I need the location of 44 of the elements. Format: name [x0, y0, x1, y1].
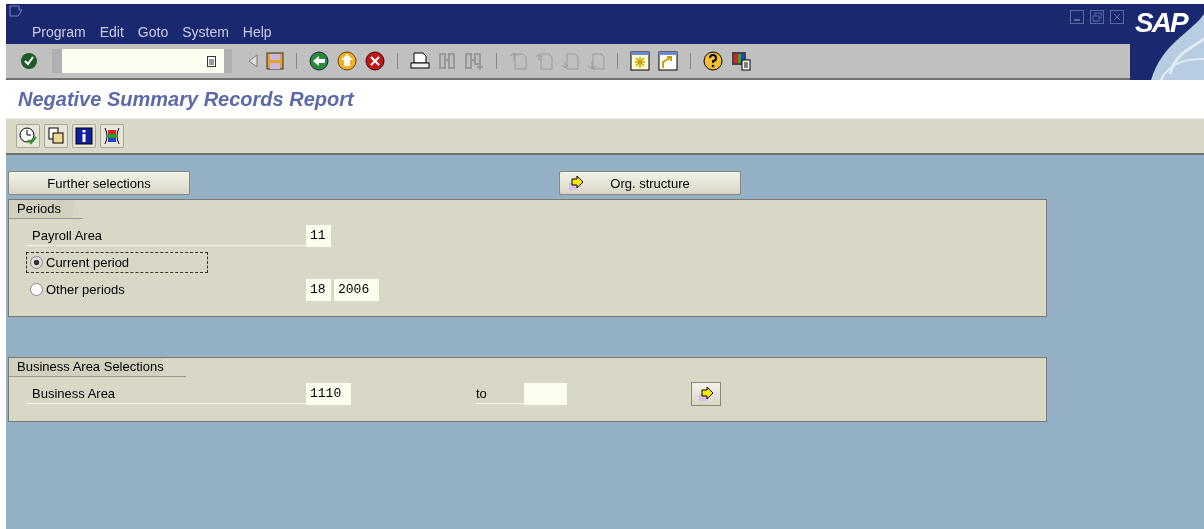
command-field[interactable]: [52, 49, 232, 73]
field-label: Business Area: [26, 383, 306, 404]
menu-item[interactable]: System: [182, 24, 229, 40]
push-button[interactable]: Org. structure: [559, 171, 741, 195]
save-icon[interactable]: [266, 52, 284, 70]
window-menu-icon[interactable]: [9, 5, 23, 17]
print-icon[interactable]: [410, 52, 430, 70]
new-session-icon[interactable]: [630, 51, 650, 71]
exit-icon[interactable]: [337, 51, 357, 71]
group-title: Business Area Selections: [9, 358, 186, 377]
layout-menu-icon[interactable]: [731, 51, 751, 71]
history-icon[interactable]: [207, 55, 216, 67]
enter-icon[interactable]: [20, 52, 38, 70]
push-button[interactable]: Further selections: [8, 171, 190, 195]
page-title: Negative Summary Records Report: [18, 87, 354, 111]
layout-button[interactable]: [100, 124, 124, 148]
multiple-selection-button[interactable]: [691, 381, 721, 406]
logo: SAP: [1135, 7, 1187, 39]
info-button[interactable]: [72, 124, 96, 148]
menu-item[interactable]: Goto: [137, 24, 169, 40]
minimize-icon[interactable]: [1070, 10, 1084, 24]
triangle-icon[interactable]: [248, 54, 258, 68]
arrow-icon: [568, 175, 584, 191]
menu-item[interactable]: Help: [242, 24, 272, 40]
arrow-icon: [698, 385, 714, 402]
input-field[interactable]: 11: [306, 224, 331, 247]
input-field[interactable]: 18: [306, 278, 331, 301]
input-field[interactable]: [524, 382, 567, 405]
group-title: Periods: [9, 200, 84, 219]
input-field[interactable]: 1110: [306, 382, 351, 405]
close-icon[interactable]: [1110, 10, 1124, 24]
variants-button[interactable]: [44, 124, 68, 148]
input-field[interactable]: 2006: [334, 278, 379, 301]
menu-item[interactable]: Program: [32, 24, 86, 40]
cancel-icon[interactable]: [365, 51, 385, 71]
field-label: Payroll Area: [26, 225, 306, 246]
shortcut-icon[interactable]: [658, 51, 678, 71]
radio-option[interactable]: Other periods: [26, 279, 208, 300]
menu-item[interactable]: Edit: [99, 24, 124, 40]
restore-icon[interactable]: [1090, 10, 1104, 24]
help-icon[interactable]: [703, 51, 723, 71]
back-icon[interactable]: [309, 51, 329, 71]
execute-button[interactable]: [16, 124, 40, 148]
radio-option[interactable]: Current period: [26, 252, 208, 273]
